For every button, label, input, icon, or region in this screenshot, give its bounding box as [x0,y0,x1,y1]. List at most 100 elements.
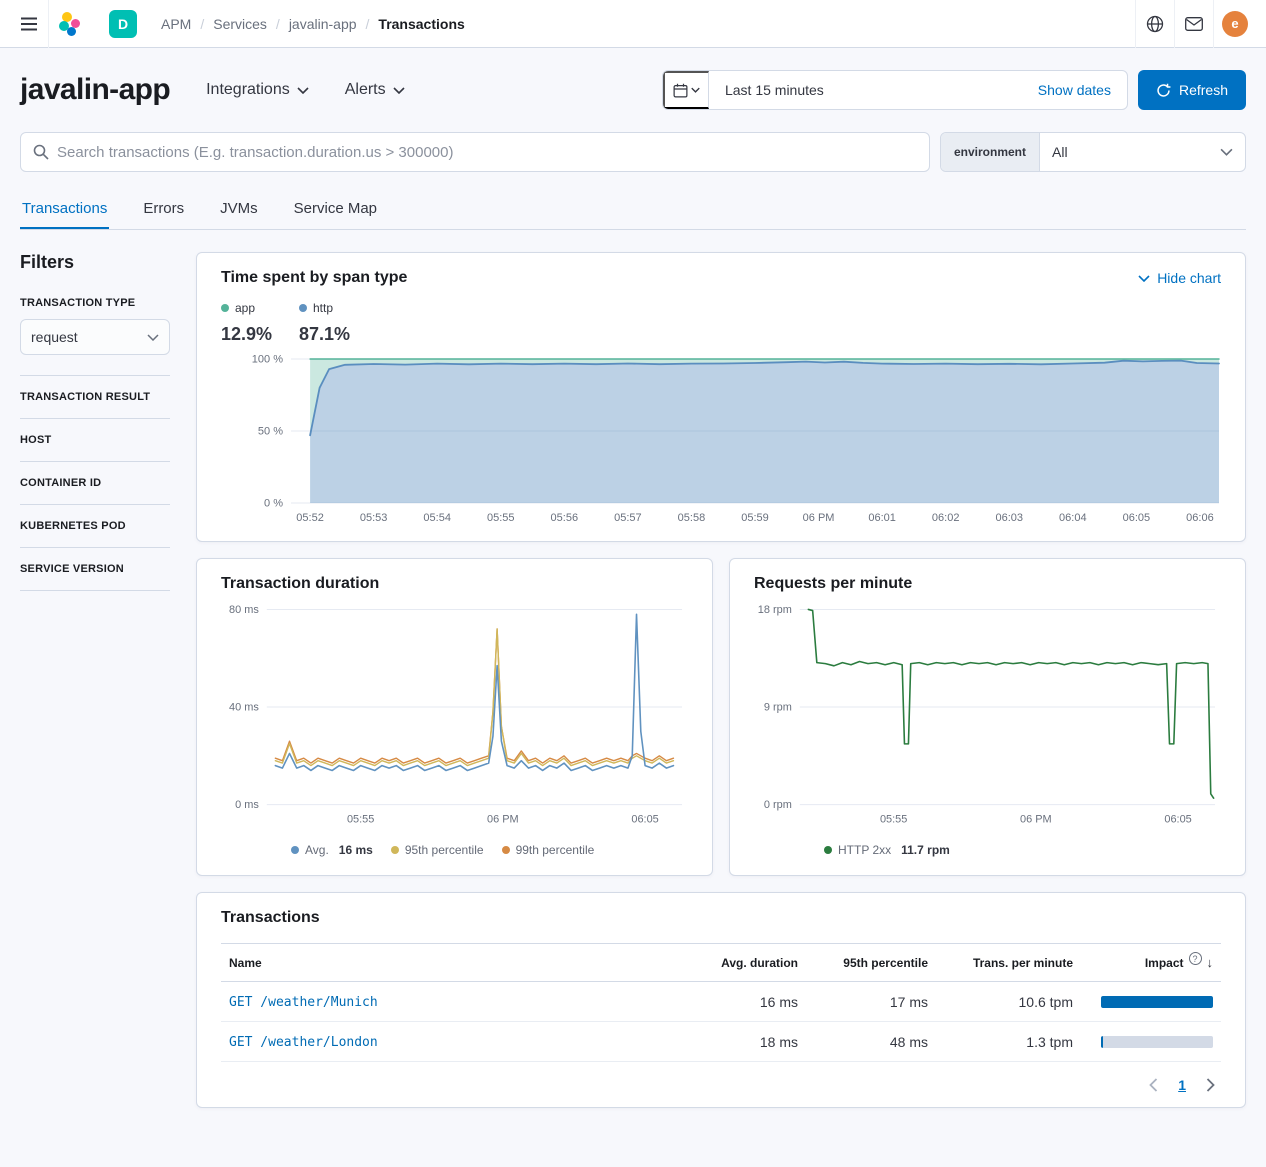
environment-select[interactable]: All [1040,133,1245,171]
next-page-icon[interactable] [1206,1078,1215,1092]
globe-icon[interactable] [1136,0,1174,48]
filter-service-version[interactable]: SERVICE VERSION [20,548,170,591]
transaction-link-london[interactable]: GET /weather/London [229,1035,378,1050]
breadcrumb: APM Services javalin-app Transactions [161,16,465,32]
legend-http-2xx[interactable]: HTTP 2xx 11.7 rpm [824,843,950,857]
legend-item-http[interactable]: http [299,301,377,315]
breadcrumb-apm[interactable]: APM [161,16,213,32]
elastic-logo[interactable] [49,0,91,48]
legend-avg[interactable]: Avg. 16 ms [291,843,373,857]
p95-legend-label: 95th percentile [405,843,484,857]
tab-service-map[interactable]: Service Map [292,190,379,229]
span-type-title: Time spent by span type [221,269,407,287]
svg-text:06 PM: 06 PM [1020,814,1052,826]
http-2xx-legend-label: HTTP 2xx [838,843,891,857]
sort-descending-icon: ↓ [1207,955,1214,970]
transaction-type-label: TRANSACTION TYPE [20,297,170,309]
avg-legend-value: 16 ms [339,843,373,857]
calendar-icon [673,83,688,98]
transactions-table: Name Avg. duration 95th percentile Trans… [221,943,1221,1062]
http-2xx-legend-value: 11.7 rpm [901,843,950,857]
tpm-value: 1.3 tpm [936,1022,1081,1062]
p95-legend-dot [391,846,399,854]
search-icon [33,144,49,160]
legend-item-app[interactable]: app [221,301,299,315]
menu-icon[interactable] [10,0,48,48]
alerts-menu[interactable]: Alerts [345,81,405,99]
legend-99th[interactable]: 99th percentile [502,843,595,857]
search-input[interactable] [57,144,917,161]
tab-errors[interactable]: Errors [141,190,186,229]
span-type-chart[interactable]: 100 %50 %0 %05:5205:5305:5405:5505:5605:… [221,351,1221,531]
chevron-down-icon [1138,275,1150,282]
svg-text:0 ms: 0 ms [235,799,259,811]
svg-text:06 PM: 06 PM [487,814,519,826]
user-avatar[interactable]: e [1222,11,1248,37]
transaction-duration-title: Transaction duration [221,575,688,593]
charts-row: Transaction duration 80 ms40 ms0 ms05:55… [196,558,1246,876]
refresh-label: Refresh [1179,82,1228,98]
integrations-menu[interactable]: Integrations [206,81,309,99]
http-legend-label: http [313,301,333,315]
page-number-1[interactable]: 1 [1178,1077,1186,1093]
svg-text:06:05: 06:05 [631,814,658,826]
hide-chart-button[interactable]: Hide chart [1138,270,1221,286]
filter-container-id[interactable]: CONTAINER ID [20,462,170,505]
svg-text:06:05: 06:05 [1164,814,1191,826]
span-type-legend: app 12.9% http 87.1% [221,301,1221,345]
top-navigation-bar: D APM Services javalin-app Transactions … [0,0,1266,48]
breadcrumb-services[interactable]: Services [213,16,289,32]
impact-bar [1101,1036,1213,1048]
transaction-link-munich[interactable]: GET /weather/Munich [229,995,378,1010]
avg-legend-label: Avg. [305,843,329,857]
previous-page-icon[interactable] [1149,1078,1158,1092]
avg-duration-value: 16 ms [681,982,806,1022]
svg-text:100 %: 100 % [252,354,283,366]
service-header: javalin-app Integrations Alerts Last 15 … [20,70,1246,110]
svg-text:06:01: 06:01 [868,512,896,524]
deployment-badge[interactable]: D [109,10,137,38]
impact-sort-header[interactable]: Impact ? ↓ [1145,955,1213,970]
impact-bar-fill [1101,996,1213,1008]
filter-kubernetes-pod[interactable]: KUBERNETES POD [20,505,170,548]
p95-value: 17 ms [806,982,936,1022]
calendar-menu-button[interactable] [663,71,709,109]
impact-bar-fill [1101,1036,1103,1048]
main-column: Time spent by span type Hide chart app 1… [196,252,1246,1108]
column-header-avg-duration[interactable]: Avg. duration [681,944,806,982]
refresh-icon [1156,83,1171,98]
column-header-95th[interactable]: 95th percentile [806,944,936,982]
tab-transactions[interactable]: Transactions [20,190,109,229]
breadcrumb-service-name[interactable]: javalin-app [289,16,379,32]
http-2xx-legend-dot [824,846,832,854]
environment-filter: environment All [940,132,1246,172]
show-dates-button[interactable]: Show dates [1022,82,1127,98]
question-circle-icon[interactable]: ? [1189,952,1202,965]
filter-host[interactable]: HOST [20,419,170,462]
requests-per-minute-chart[interactable]: 18 rpm9 rpm0 rpm05:5506 PM06:05 [754,599,1221,831]
svg-text:06:04: 06:04 [1059,512,1087,524]
transaction-duration-panel: Transaction duration 80 ms40 ms0 ms05:55… [196,558,713,876]
transaction-type-select[interactable]: request [20,319,170,355]
legend-95th[interactable]: 95th percentile [391,843,484,857]
time-range-value[interactable]: Last 15 minutes [709,82,1022,98]
mail-icon[interactable] [1175,0,1213,48]
column-header-name[interactable]: Name [221,944,681,982]
svg-text:40 ms: 40 ms [229,702,259,714]
filter-transaction-result[interactable]: TRANSACTION RESULT [20,376,170,419]
app-legend-label: app [235,301,255,315]
refresh-button[interactable]: Refresh [1138,70,1246,110]
chevron-down-icon [1220,148,1233,156]
requests-per-minute-title: Requests per minute [754,575,1221,593]
svg-text:80 ms: 80 ms [229,604,259,616]
table-row: GET /weather/Munich 16 ms 17 ms 10.6 tpm [221,982,1221,1022]
chevron-down-icon [393,87,405,94]
tab-jvms[interactable]: JVMs [218,190,260,229]
svg-text:0 %: 0 % [264,498,283,510]
hide-chart-label: Hide chart [1157,270,1221,286]
column-header-tpm[interactable]: Trans. per minute [936,944,1081,982]
transaction-duration-chart[interactable]: 80 ms40 ms0 ms05:5506 PM06:05 [221,599,688,831]
svg-text:06 PM: 06 PM [803,512,835,524]
requests-per-minute-panel: Requests per minute 18 rpm9 rpm0 rpm05:5… [729,558,1246,876]
svg-text:9 rpm: 9 rpm [764,702,792,714]
